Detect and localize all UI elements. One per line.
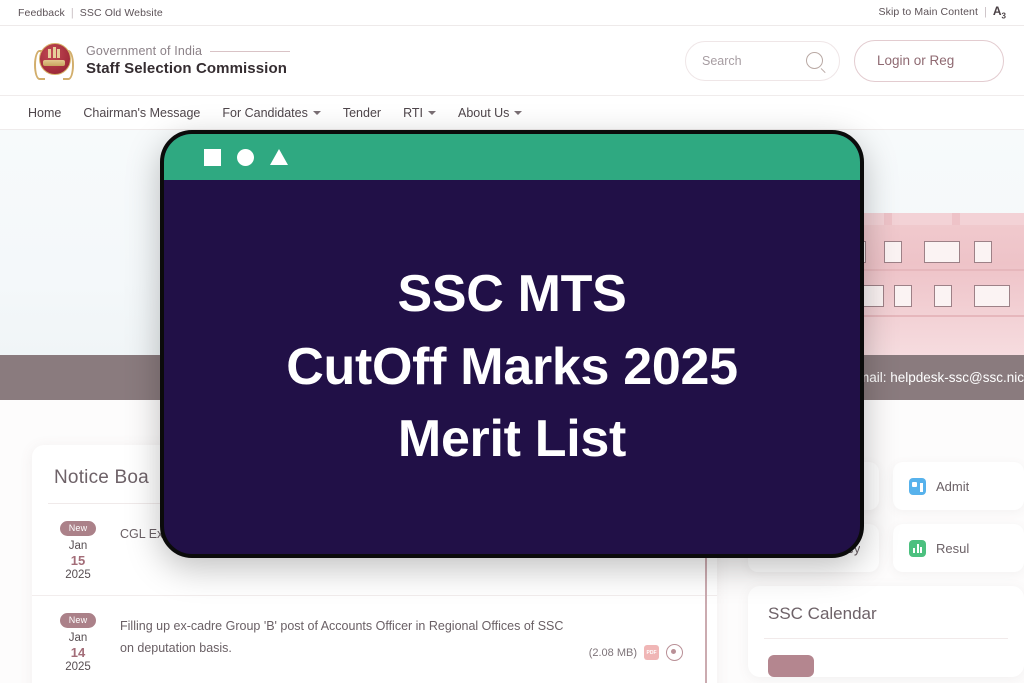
nav-item-rti[interactable]: RTI	[403, 106, 436, 120]
building-post	[884, 213, 892, 225]
chevron-down-icon	[312, 110, 321, 115]
notice-month: Jan	[68, 540, 88, 552]
promo-overlay-card: SSC MTS CutOff Marks 2025 Merit List	[160, 130, 864, 558]
notice-day: 14	[70, 645, 86, 660]
search-input[interactable]: Search	[685, 40, 840, 81]
notice-year: 2025	[65, 661, 91, 673]
building-window	[924, 241, 960, 263]
chevron-down-icon	[428, 110, 436, 115]
nav-label-for-candidates: For Candidates	[222, 105, 308, 120]
notice-day: 15	[70, 553, 86, 568]
notice-date: New Jan 15 2025	[50, 518, 106, 581]
building-window	[894, 285, 912, 307]
new-badge: New	[59, 612, 97, 628]
ssc-calendar-title: SSC Calendar	[768, 604, 877, 623]
government-of-india-label: Government of India	[86, 44, 203, 58]
notice-row[interactable]: New Jan 14 2025 Filling up ex-cadre Grou…	[32, 596, 717, 683]
utility-bar-right: Skip to Main Content | A3	[879, 4, 1006, 20]
nav-label-home: Home	[28, 105, 62, 120]
notice-text[interactable]: Filling up ex-cadre Group 'B' post of Ac…	[106, 610, 589, 673]
nav-label-about-us: About Us	[458, 105, 510, 120]
eye-icon[interactable]	[666, 644, 683, 661]
main-navigation: Home Chairman's Message For Candidates T…	[0, 96, 1024, 130]
promo-overlay-body: SSC MTS CutOff Marks 2025 Merit List	[164, 180, 860, 554]
header-right: Search Login or Reg	[685, 39, 1004, 82]
page-root: Feedback | SSC Old Website Skip to Main …	[0, 0, 1024, 683]
circle-shape-icon	[237, 148, 254, 166]
building-window	[974, 285, 1010, 307]
ssc-old-website-link[interactable]: SSC Old Website	[80, 7, 163, 19]
organisation-title: Staff Selection Commission	[86, 60, 287, 77]
admit-card-icon	[909, 477, 926, 495]
notice-date: New Jan 14 2025	[50, 610, 106, 673]
promo-title-line-1: SSC MTS	[397, 265, 627, 324]
notice-year: 2025	[65, 569, 91, 581]
government-of-india-line: Government of India	[86, 44, 291, 58]
brand-rule	[210, 50, 291, 52]
nav-item-home[interactable]: Home	[28, 106, 61, 120]
quick-link-card-result[interactable]: Resul	[893, 524, 1024, 572]
triangle-shape-icon	[270, 149, 288, 165]
feedback-link[interactable]: Feedback	[18, 7, 65, 19]
skip-to-main-content-link[interactable]: Skip to Main Content	[879, 6, 978, 18]
quick-link-label: Resul	[936, 540, 970, 556]
notice-file-size: (2.08 MB)	[588, 646, 637, 659]
nav-label-chairmans-message: Chairman's Message	[83, 105, 201, 120]
brand-header: Government of India Staff Selection Comm…	[0, 26, 1024, 96]
notice-month: Jan	[68, 632, 88, 644]
promo-title-line-3: Merit List	[397, 410, 627, 469]
ssc-emblem-icon	[34, 40, 74, 82]
promo-overlay-header	[164, 134, 860, 180]
emblem-base	[43, 59, 65, 66]
nav-item-chairmans-message[interactable]: Chairman's Message	[83, 106, 200, 120]
utility-bar-left: Feedback | SSC Old Website	[18, 7, 163, 19]
nav-label-rti: RTI	[403, 105, 423, 120]
nav-item-tender[interactable]: Tender	[343, 106, 381, 120]
emblem-lion-capital	[46, 46, 62, 61]
search-icon	[806, 52, 823, 69]
new-badge: New	[59, 520, 97, 536]
building-window	[974, 241, 992, 263]
nav-item-for-candidates[interactable]: For Candidates	[222, 105, 321, 120]
utility-bar: Feedback | SSC Old Website Skip to Main …	[0, 0, 1024, 26]
building-post	[952, 213, 960, 225]
result-chart-icon	[909, 539, 926, 557]
building-window	[884, 241, 902, 263]
font-size-letter: A	[992, 4, 1002, 19]
promo-title-line-2: CutOff Marks 2025	[286, 337, 738, 396]
utility-separator-2: |	[984, 6, 987, 19]
font-size-sub: 3	[1001, 11, 1006, 21]
ssc-calendar-divider	[764, 638, 1008, 639]
hero-contact-text: mail: helpdesk-ssc@ssc.nic	[857, 370, 1024, 385]
nav-item-about-us[interactable]: About Us	[458, 105, 523, 120]
pdf-icon[interactable]	[644, 645, 659, 660]
search-placeholder: Search	[702, 53, 742, 68]
quick-link-label: Admit	[936, 478, 970, 494]
brand-text: Government of India Staff Selection Comm…	[86, 44, 291, 77]
login-or-register-button[interactable]: Login or Reg	[854, 39, 1004, 82]
chevron-down-icon	[514, 110, 523, 115]
square-shape-icon	[204, 148, 221, 166]
quick-link-card-admit-card[interactable]: Admit	[893, 462, 1024, 510]
ssc-calendar-card: SSC Calendar	[748, 586, 1024, 677]
building-window	[934, 285, 952, 307]
nav-label-tender: Tender	[342, 105, 382, 120]
notice-meta: (2.08 MB)	[589, 610, 707, 673]
ssc-calendar-chip[interactable]	[768, 655, 814, 677]
utility-separator: |	[70, 6, 74, 19]
font-size-control[interactable]: A3	[993, 4, 1006, 20]
